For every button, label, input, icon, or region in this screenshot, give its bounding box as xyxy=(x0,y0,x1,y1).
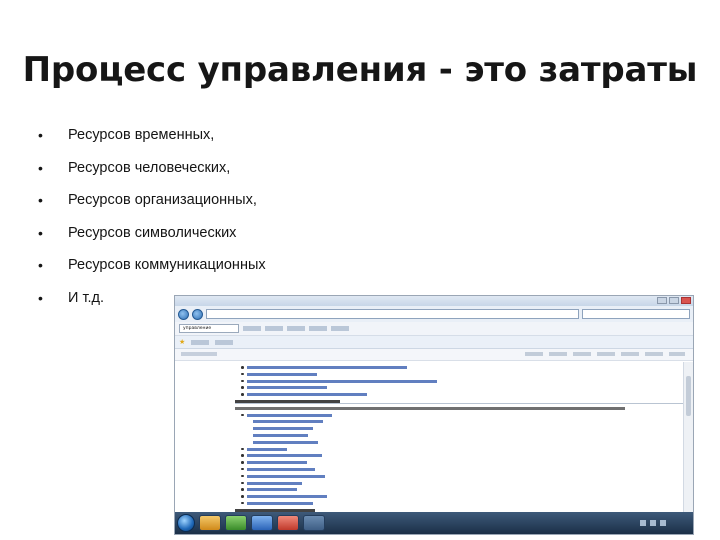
vertical-scrollbar xyxy=(683,362,693,512)
bullet-text: Ресурсов коммуникационных xyxy=(68,257,266,273)
bullet-dot: • xyxy=(38,257,43,273)
window-controls xyxy=(657,297,691,304)
scrollbar-thumb xyxy=(686,376,691,416)
back-icon xyxy=(178,308,189,320)
bullet-item: • Ресурсов символических xyxy=(38,223,458,256)
bullet-item: • Ресурсов организационных, xyxy=(38,190,458,223)
page-content xyxy=(175,362,683,533)
toolbar-button xyxy=(243,326,261,331)
bullet-dot: • xyxy=(38,289,43,306)
bullet-list: • Ресурсов временных, • Ресурсов человечес… xyxy=(38,125,458,320)
taskbar-app-icon xyxy=(199,515,221,531)
command-bar xyxy=(175,349,693,361)
windows-taskbar xyxy=(175,512,693,534)
bullet-item: • Ресурсов человеческих, xyxy=(38,158,458,191)
toolbar-button xyxy=(287,326,305,331)
forward-icon xyxy=(192,308,203,320)
toolbar-button xyxy=(309,326,327,331)
bullet-text: Ресурсов человеческих, xyxy=(68,159,231,176)
taskbar-clock xyxy=(670,517,692,529)
toolbar-button xyxy=(265,326,283,331)
browser-search-box xyxy=(582,309,690,319)
bullet-item: • Ресурсов временных, xyxy=(38,125,458,158)
bullet-text: Ресурсов временных, xyxy=(68,127,215,143)
slide-title: Процесс управления - это затраты xyxy=(22,50,698,90)
start-orb-icon xyxy=(177,514,195,532)
system-tray xyxy=(602,515,692,531)
bullet-dot: • xyxy=(38,192,43,208)
favorites-item xyxy=(215,339,234,345)
toolbar-search-field: управление xyxy=(179,324,239,333)
taskbar-app-icon xyxy=(251,515,273,531)
favorites-item xyxy=(191,339,210,345)
page-tab xyxy=(181,352,217,356)
minimize-icon xyxy=(657,297,667,304)
tray-icon xyxy=(660,520,666,526)
bullet-text: Ресурсов символических xyxy=(68,224,237,241)
bullet-item: • Ресурсов коммуникационных xyxy=(38,255,458,288)
bullet-dot: • xyxy=(38,159,43,176)
toolbar-button xyxy=(331,326,349,331)
tray-icon xyxy=(640,520,646,526)
taskbar-app-icon xyxy=(277,515,299,531)
tray-icon xyxy=(650,520,656,526)
search-toolbar: управление xyxy=(175,322,693,336)
favorites-bar: ★ xyxy=(175,336,693,349)
browser-navbar xyxy=(175,306,693,322)
favorites-star-icon: ★ xyxy=(179,338,186,346)
bullet-dot: • xyxy=(38,224,43,241)
taskbar-app-icon xyxy=(303,515,325,531)
window-titlebar xyxy=(175,296,693,306)
browser-screenshot: управление ★ xyxy=(174,295,694,535)
command-buttons xyxy=(525,352,685,356)
close-icon xyxy=(681,297,691,304)
maximize-icon xyxy=(669,297,679,304)
bullet-dot: • xyxy=(38,127,43,143)
bullet-text: И т.д. xyxy=(68,289,105,306)
slide: Процесс управления - это затраты • Ресурс… xyxy=(0,0,720,540)
bullet-text: Ресурсов организационных, xyxy=(68,192,257,208)
taskbar-app-icon xyxy=(225,515,247,531)
address-bar xyxy=(206,309,579,319)
